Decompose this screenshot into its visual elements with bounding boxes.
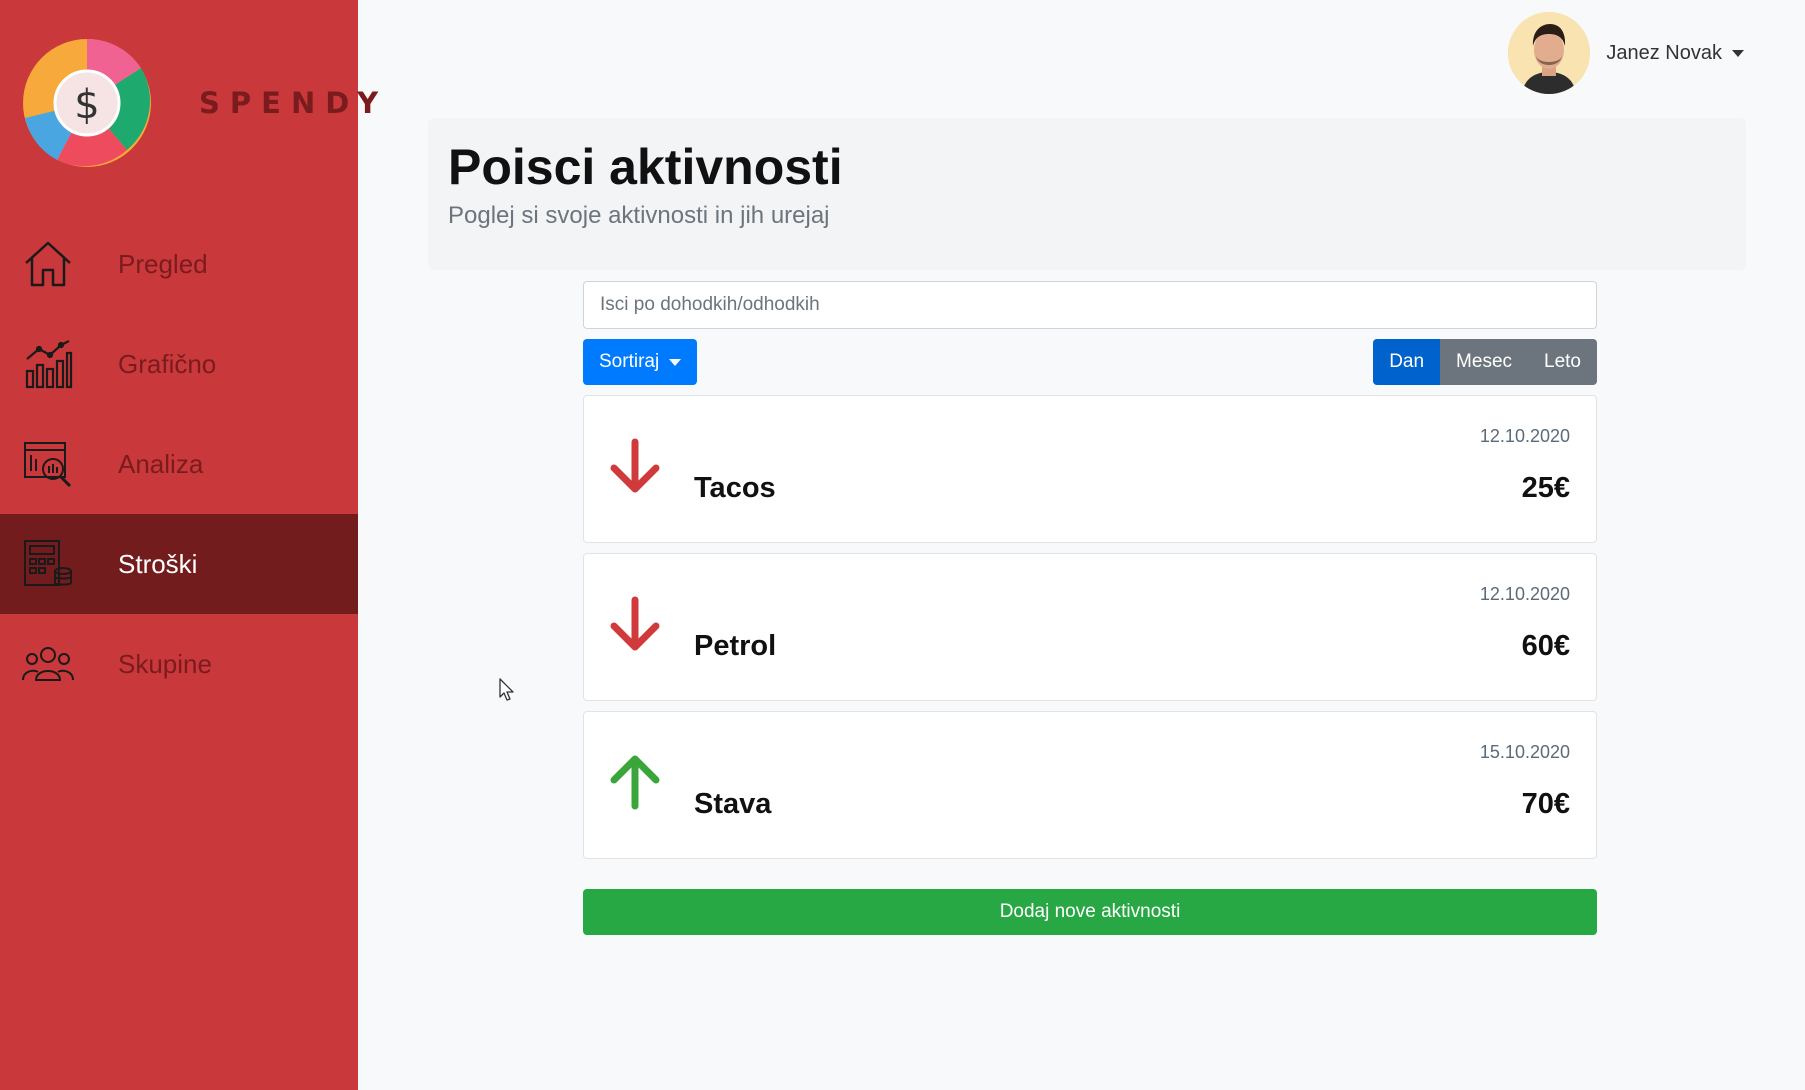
activity-date: 12.10.2020 — [1479, 426, 1570, 446]
sidebar-item-label: Analiza — [118, 448, 204, 479]
controls-row: Sortiraj Dan Mesec Leto — [583, 339, 1597, 385]
period-day-button[interactable]: Dan — [1373, 339, 1441, 385]
user-menu[interactable]: Janez Novak — [1508, 12, 1744, 94]
expenses-icon — [22, 538, 74, 590]
activity-name: Stava — [694, 788, 772, 820]
activity-amount: 70€ — [1521, 788, 1570, 820]
activity-card[interactable]: Tacos 12.10.2020 25€ — [583, 395, 1597, 543]
sidebar-item-label: Grafično — [118, 348, 217, 379]
sidebar-item-label: Pregled — [118, 248, 208, 279]
arrow-down-icon — [608, 438, 662, 494]
group-icon — [22, 638, 74, 690]
sidebar: $ SPENDY Pregled Grafično Analiza Strošk… — [0, 0, 378, 1090]
sidebar-item-label: Skupine — [118, 648, 212, 679]
analysis-icon — [22, 438, 74, 490]
sidebar-nav: Pregled Grafično Analiza Stroški Skupine — [0, 214, 358, 714]
activity-name: Petrol — [694, 630, 777, 662]
page-subtitle: Poglej si svoje aktivnosti in jih urejaj — [448, 202, 830, 229]
page-title: Poisci aktivnosti — [448, 139, 843, 195]
spendy-logo-icon: $ — [22, 38, 152, 168]
sidebar-item-stroski[interactable]: Stroški — [0, 514, 358, 614]
svg-text:$: $ — [74, 82, 99, 128]
period-month-button[interactable]: Mesec — [1440, 339, 1529, 385]
activity-amount: 25€ — [1521, 472, 1570, 504]
arrow-up-icon — [608, 754, 662, 810]
add-activity-button[interactable]: Dodaj nove aktivnosti — [583, 889, 1597, 935]
chart-icon — [22, 338, 74, 390]
sidebar-item-pregled[interactable]: Pregled — [0, 214, 358, 314]
arrow-down-icon — [608, 596, 662, 652]
activity-amount: 60€ — [1521, 630, 1570, 662]
brand[interactable]: $ SPENDY — [22, 38, 388, 168]
home-icon — [22, 238, 74, 290]
brand-name: SPENDY — [199, 86, 389, 120]
sidebar-item-graficno[interactable]: Grafično — [0, 314, 358, 414]
sidebar-item-label: Stroški — [118, 548, 198, 579]
period-toggle-group: Dan Mesec Leto — [1373, 339, 1597, 385]
search-input[interactable] — [583, 281, 1597, 329]
chevron-down-icon — [1732, 49, 1744, 57]
user-name: Janez Novak — [1606, 41, 1722, 64]
activity-date: 15.10.2020 — [1479, 742, 1570, 762]
sidebar-item-analiza[interactable]: Analiza — [0, 414, 358, 514]
topbar: Janez Novak — [404, 0, 1774, 112]
mouse-cursor-icon — [499, 678, 515, 707]
period-year-button[interactable]: Leto — [1528, 339, 1597, 385]
sort-dropdown-button[interactable]: Sortiraj — [583, 339, 698, 385]
avatar — [1508, 12, 1591, 94]
sort-label: Sortiraj — [599, 351, 660, 372]
activity-card[interactable]: Petrol 12.10.2020 60€ — [583, 553, 1597, 701]
caret-down-icon — [669, 358, 682, 366]
activity-date: 12.10.2020 — [1479, 584, 1570, 604]
activities-panel: Sortiraj Dan Mesec Leto Tacos 12.10.2020… — [583, 281, 1597, 935]
sidebar-item-skupine[interactable]: Skupine — [0, 614, 358, 714]
page-header: Poisci aktivnosti Poglej si svoje aktivn… — [428, 118, 1746, 270]
activity-card[interactable]: Stava 15.10.2020 70€ — [583, 711, 1597, 859]
activity-name: Tacos — [694, 472, 776, 504]
